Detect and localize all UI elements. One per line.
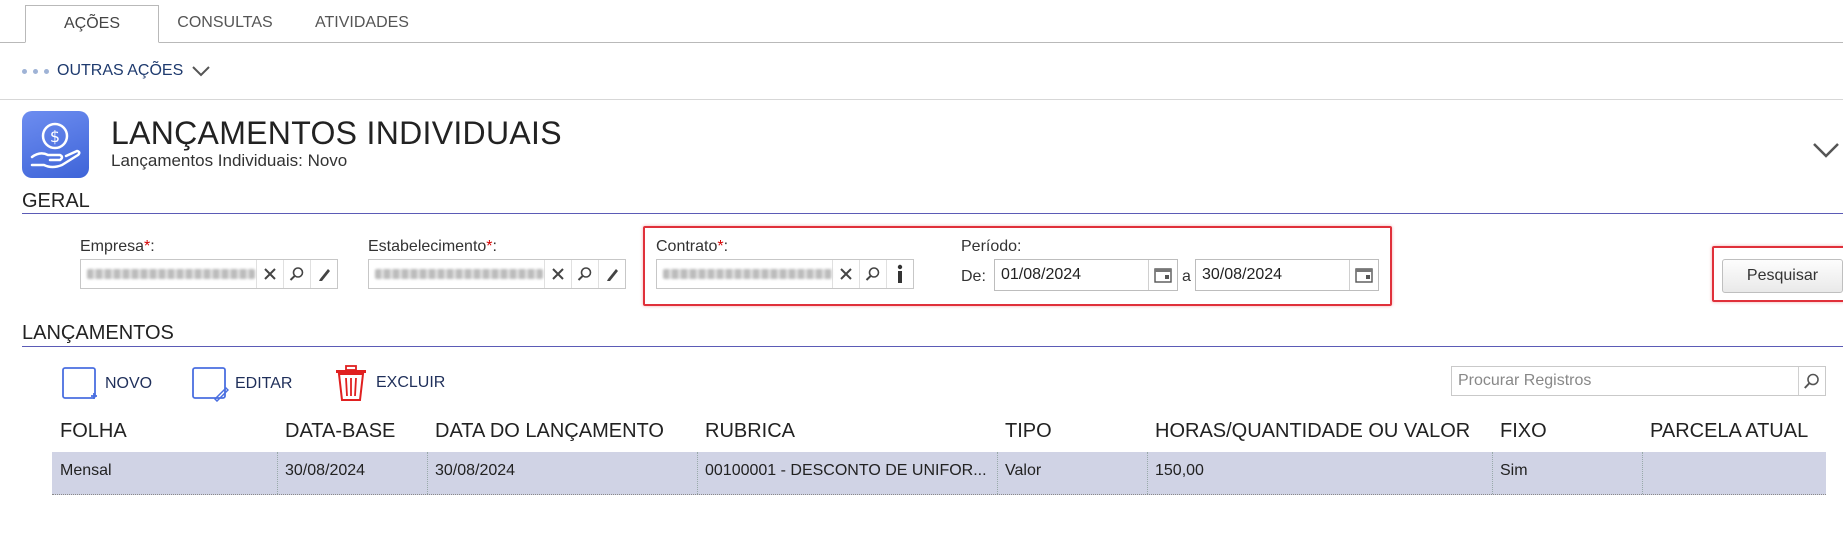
- estabelecimento-field[interactable]: [368, 259, 626, 289]
- excluir-button[interactable]: EXCLUIR: [334, 364, 445, 402]
- periodo-label: Período:: [961, 238, 1022, 255]
- editar-button[interactable]: EDITAR: [191, 366, 292, 402]
- contrato-field[interactable]: [656, 259, 914, 289]
- column-divider: [427, 452, 429, 494]
- search-icon[interactable]: [571, 260, 598, 288]
- cell-rubrica: 00100001 - DESCONTO DE UNIFOR...: [705, 462, 987, 479]
- dots-icon: [22, 68, 49, 74]
- collapse-chevron-icon[interactable]: [1812, 140, 1840, 160]
- section-lancamentos-title: LANÇAMENTOS: [22, 322, 174, 344]
- section-geral-title: GERAL: [22, 190, 90, 212]
- clear-icon[interactable]: [256, 260, 283, 288]
- tab-bar: AÇÕES CONSULTAS ATIVIDADES: [0, 0, 1843, 43]
- editar-label: EDITAR: [235, 375, 293, 392]
- divider: [0, 99, 1843, 100]
- clear-icon[interactable]: [832, 260, 859, 288]
- search-icon[interactable]: [1798, 367, 1825, 395]
- column-divider: [1642, 452, 1644, 494]
- column-horas-quantidade-valor[interactable]: HORAS/QUANTIDADE OU VALOR: [1155, 420, 1470, 443]
- tab-atividades[interactable]: ATIVIDADES: [302, 5, 422, 41]
- outras-acoes-label: OUTRAS AÇÕES: [57, 62, 184, 79]
- tab-consultas[interactable]: CONSULTAS: [170, 5, 280, 41]
- column-divider: [1147, 452, 1149, 494]
- clear-icon[interactable]: [544, 260, 571, 288]
- cell-folha: Mensal: [60, 462, 112, 479]
- novo-label: NOVO: [105, 375, 153, 392]
- date-to-value: 30/08/2024: [1202, 266, 1283, 283]
- page-subtitle: Lançamentos Individuais: Novo: [111, 151, 348, 170]
- estabelecimento-value-redacted: [375, 269, 543, 279]
- estabelecimento-label: Estabelecimento*:: [368, 238, 497, 255]
- cell-data-base: 30/08/2024: [285, 462, 366, 479]
- contrato-label: Contrato*:: [656, 238, 729, 255]
- info-icon[interactable]: [886, 260, 913, 288]
- svg-text:$: $: [50, 127, 60, 146]
- empresa-field[interactable]: [80, 259, 338, 289]
- column-divider: [997, 452, 999, 494]
- search-icon[interactable]: [859, 260, 886, 288]
- pesquisar-button[interactable]: Pesquisar: [1722, 259, 1843, 293]
- new-document-icon: [62, 367, 97, 399]
- column-data-lancamento[interactable]: DATA DO LANÇAMENTO: [435, 420, 664, 443]
- column-parcela-atual[interactable]: PARCELA ATUAL: [1650, 420, 1808, 443]
- calendar-icon[interactable]: [1349, 260, 1378, 290]
- cell-valor: 150,00: [1155, 462, 1204, 479]
- excluir-label: EXCLUIR: [376, 374, 446, 391]
- section-lancamentos-line: [22, 346, 1843, 347]
- empresa-label: Empresa*:: [80, 238, 155, 255]
- column-fixo[interactable]: FIXO: [1500, 420, 1547, 443]
- periodo-a-label: a: [1182, 268, 1191, 285]
- edit-pencil-icon[interactable]: [310, 260, 337, 288]
- trash-icon: [336, 365, 366, 401]
- date-from-value: 01/08/2024: [1001, 266, 1082, 283]
- page-title: LANÇAMENTOS INDIVIDUAIS: [111, 115, 562, 151]
- search-icon[interactable]: [283, 260, 310, 288]
- empresa-value-redacted: [87, 269, 255, 279]
- periodo-de-label: De:: [961, 268, 986, 285]
- edit-pencil-icon[interactable]: [598, 260, 625, 288]
- cell-data-lancamento: 30/08/2024: [435, 462, 516, 479]
- contrato-value-redacted: [663, 269, 833, 279]
- search-records-placeholder: Procurar Registros: [1458, 372, 1592, 389]
- date-from-input[interactable]: 01/08/2024: [994, 259, 1178, 291]
- tab-acoes[interactable]: AÇÕES: [25, 5, 159, 43]
- money-hand-icon: $: [22, 111, 89, 178]
- calendar-icon[interactable]: [1148, 260, 1177, 290]
- column-divider: [1492, 452, 1494, 494]
- column-divider: [277, 452, 279, 494]
- column-rubrica[interactable]: RUBRICA: [705, 420, 795, 443]
- cell-fixo: Sim: [1500, 462, 1528, 479]
- column-divider: [697, 452, 699, 494]
- edit-document-icon: [192, 367, 229, 402]
- column-data-base[interactable]: DATA-BASE: [285, 420, 395, 443]
- section-geral-line: [22, 213, 1843, 214]
- outras-acoes-menu[interactable]: OUTRAS AÇÕES: [22, 60, 211, 82]
- search-records-input[interactable]: Procurar Registros: [1451, 366, 1826, 396]
- cell-tipo: Valor: [1005, 462, 1042, 479]
- column-folha[interactable]: FOLHA: [60, 420, 127, 443]
- column-tipo[interactable]: TIPO: [1005, 420, 1052, 443]
- date-to-input[interactable]: 30/08/2024: [1195, 259, 1379, 291]
- novo-button[interactable]: NOVO: [61, 366, 152, 402]
- chevron-down-icon: [192, 66, 210, 77]
